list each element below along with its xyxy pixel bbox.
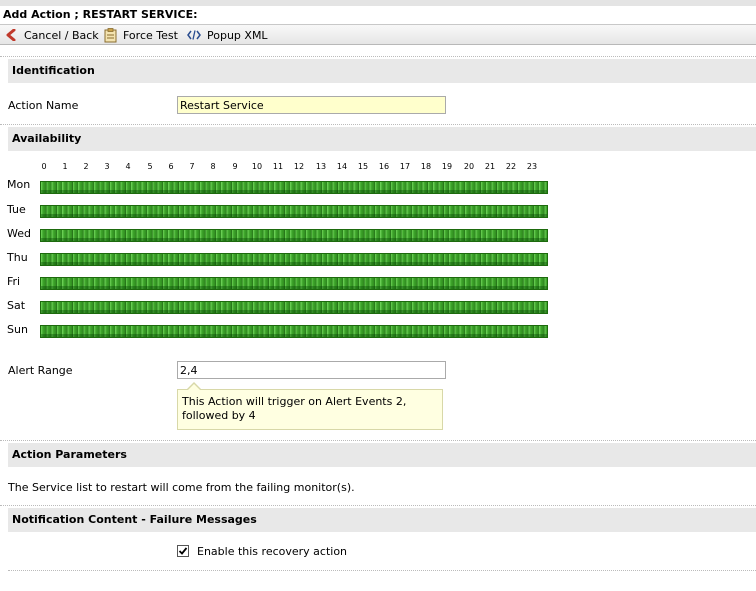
section-title: Action Parameters [12,448,127,461]
hour-tick-label: 23 [526,162,538,171]
enable-recovery-checkbox[interactable] [177,545,189,557]
action-name-input[interactable] [177,96,446,114]
hour-tick-label: 18 [420,162,432,171]
hour-tick-label: 4 [125,162,131,171]
availability-bar-wed[interactable] [40,229,548,242]
availability-bar-mon[interactable] [40,181,548,194]
day-label-wed: Wed [7,227,31,240]
section-header-action-parameters: Action Parameters [8,443,756,467]
day-label-mon: Mon [7,178,31,191]
section-header-availability: Availability [8,127,756,151]
day-label-sun: Sun [7,323,28,336]
hour-tick-label: 1 [62,162,68,171]
hour-tick-label: 7 [189,162,195,171]
hour-tick-label: 0 [41,162,47,171]
hour-tick-label: 14 [336,162,348,171]
alert-range-label: Alert Range [8,364,73,377]
divider [0,440,756,441]
hour-tick-label: 10 [251,162,263,171]
cancel-back-label: Cancel / Back [24,28,99,42]
force-test-label: Force Test [123,28,178,42]
back-arrow-icon [4,28,18,42]
cancel-back-button[interactable]: Cancel / Back [4,27,99,43]
hour-tick-label: 20 [463,162,475,171]
window-title-bar: Add Action ; RESTART SERVICE: [0,0,756,25]
hour-tick-label: 21 [484,162,496,171]
hour-tick-label: 16 [378,162,390,171]
hour-tick-label: 15 [357,162,369,171]
availability-bar-fri[interactable] [40,277,548,290]
action-parameters-description: The Service list to restart will come fr… [8,481,355,494]
day-label-fri: Fri [7,275,21,288]
day-label-thu: Thu [7,251,28,264]
hour-tick-label: 3 [104,162,110,171]
action-name-label: Action Name [8,99,79,112]
hour-tick-label: 13 [315,162,327,171]
availability-bar-thu[interactable] [40,253,548,266]
divider [0,505,756,506]
page-title: Add Action ; RESTART SERVICE: [3,8,198,21]
hour-tick-label: 6 [168,162,174,171]
toolbar: Cancel / Back Force Test Popup XML [0,25,756,45]
hour-tick-label: 2 [83,162,89,171]
divider [0,124,756,125]
hour-tick-label: 12 [293,162,305,171]
hour-axis: 0 1 2 3 4 5 6 7 8 9 10 11 12 13 14 15 16… [0,162,560,174]
code-xml-icon [187,28,201,42]
hour-tick-label: 11 [272,162,284,171]
section-title: Identification [12,64,95,77]
hour-tick-label: 19 [441,162,453,171]
alert-range-tooltip: This Action will trigger on Alert Events… [177,382,443,430]
hour-tick-label: 22 [505,162,517,171]
availability-bar-sun[interactable] [40,325,548,338]
alert-range-input[interactable] [177,361,446,379]
enable-recovery-label: Enable this recovery action [197,545,348,558]
day-label-sat: Sat [7,299,26,312]
hour-tick-label: 9 [232,162,238,171]
section-header-notification: Notification Content - Failure Messages [8,508,756,532]
divider [0,56,756,57]
hour-tick-label: 8 [210,162,216,171]
availability-bar-tue[interactable] [40,205,548,218]
popup-xml-label: Popup XML [207,28,268,42]
hour-tick-label: 17 [399,162,411,171]
hour-tick-label: 5 [147,162,153,171]
section-title: Notification Content - Failure Messages [12,513,257,526]
popup-xml-button[interactable]: Popup XML [187,27,268,43]
section-header-identification: Identification [8,59,756,83]
section-title: Availability [12,132,82,145]
availability-bar-sat[interactable] [40,301,548,314]
divider [8,570,756,571]
force-test-button[interactable]: Force Test [103,27,178,43]
checkmark-icon [178,547,188,555]
tooltip-text: This Action will trigger on Alert Events… [182,395,407,422]
day-label-tue: Tue [7,203,26,216]
tooltip-tail-fill [187,384,201,391]
clipboard-icon [103,27,117,42]
